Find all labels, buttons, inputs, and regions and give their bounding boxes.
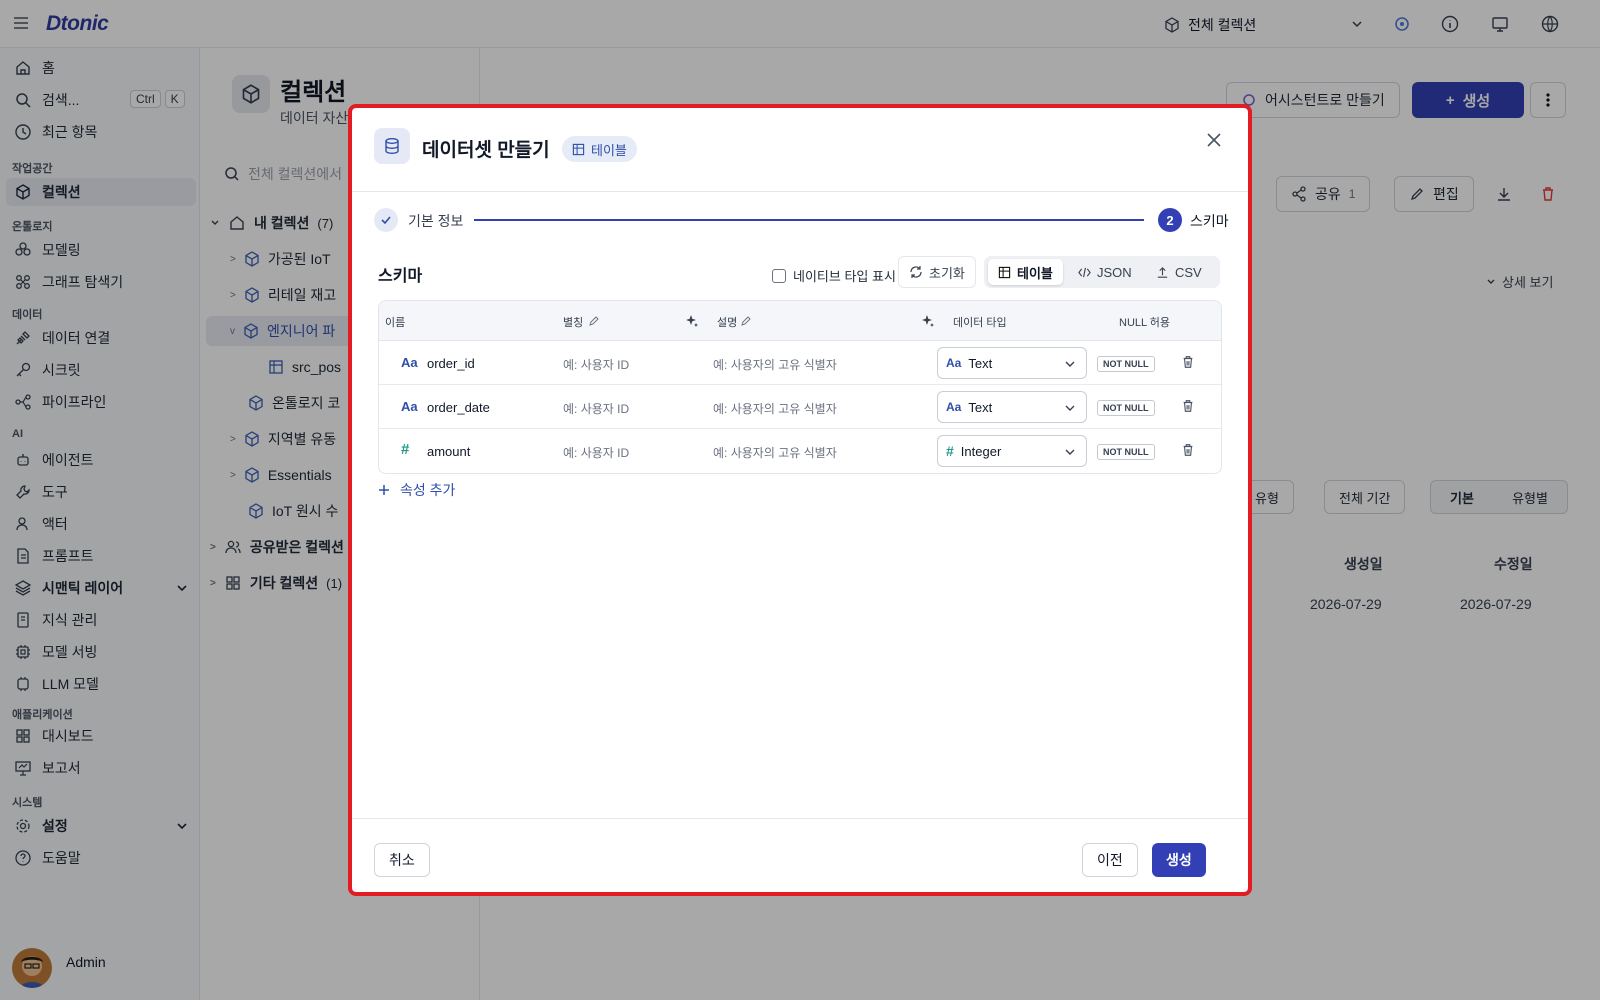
schema-title: 스키마 — [378, 268, 423, 285]
description-input[interactable]: 예: 사용자의 고유 식별자 — [713, 400, 837, 417]
chevron-down-icon — [1065, 361, 1075, 367]
column-header-name: 이름 — [385, 317, 406, 329]
modal-title: 데이터셋 만들기 — [422, 140, 550, 161]
table-icon — [998, 266, 1011, 278]
step-2-label: 스키마 — [1190, 213, 1229, 229]
data-type-value: Integer — [960, 443, 1002, 459]
data-type-value: Text — [968, 399, 993, 415]
checkbox[interactable] — [772, 268, 786, 283]
text-type-icon: Aa — [401, 399, 418, 414]
pencil-icon — [741, 316, 751, 326]
pencil-icon — [589, 316, 599, 326]
ai-sparkle-icon[interactable] — [921, 314, 935, 328]
description-input[interactable]: 예: 사용자의 고유 식별자 — [713, 444, 837, 461]
database-icon — [374, 128, 410, 164]
data-type-select[interactable]: Aa Text — [937, 391, 1087, 423]
close-button[interactable] — [1202, 128, 1226, 152]
alias-input[interactable]: 예: 사용자 ID — [563, 356, 629, 373]
field-name[interactable]: order_id — [427, 356, 475, 371]
trash-icon[interactable] — [1181, 443, 1195, 457]
tab-label: 테이블 — [1017, 265, 1053, 281]
checkbox-label: 네이티브 타입 표시 — [793, 269, 896, 284]
reset-button[interactable]: 초기화 — [898, 256, 976, 288]
table-row: Aa order_date 예: 사용자 ID 예: 사용자의 고유 식별자 A… — [379, 385, 1221, 429]
modal-footer: 취소 이전 생성 — [352, 818, 1248, 892]
plus-icon — [379, 485, 389, 495]
schema-table: 이름 별칭 설명 데이터 타입 NULL 허용 Aa order_id 예: 사… — [378, 300, 1222, 474]
step-connector — [474, 219, 1144, 221]
text-type-icon: Aa — [401, 355, 418, 370]
tab-csv[interactable]: CSV — [1146, 259, 1212, 285]
alias-input[interactable]: 예: 사용자 ID — [563, 444, 629, 461]
close-icon — [1207, 133, 1221, 147]
column-header-alias: 별칭 — [563, 317, 584, 329]
not-null-toggle[interactable]: NOT NULL — [1097, 356, 1155, 372]
field-name[interactable]: amount — [427, 444, 470, 459]
text-type-icon: Aa — [946, 356, 962, 370]
column-header-data-type: 데이터 타입 — [953, 317, 1007, 329]
schema-view-tabs: 테이블 JSON CSV — [984, 256, 1220, 288]
data-type-value: Text — [968, 355, 993, 371]
description-input[interactable]: 예: 사용자의 고유 식별자 — [713, 356, 837, 373]
trash-icon[interactable] — [1181, 399, 1195, 413]
button-label: 속성 추가 — [400, 482, 456, 498]
modal-header: 데이터셋 만들기 테이블 — [352, 108, 1248, 192]
table-row: # amount 예: 사용자 ID 예: 사용자의 고유 식별자 # Inte… — [379, 429, 1221, 473]
number-type-icon: # — [401, 441, 410, 458]
field-name[interactable]: order_date — [427, 400, 490, 415]
create-dataset-button[interactable]: 생성 — [1152, 843, 1206, 877]
step-2-number: 2 — [1158, 208, 1182, 232]
trash-icon[interactable] — [1181, 355, 1195, 369]
tab-json[interactable]: JSON — [1068, 259, 1142, 285]
chevron-down-icon — [1065, 405, 1075, 411]
column-header-description: 설명 — [717, 317, 738, 329]
tab-label: CSV — [1175, 264, 1202, 280]
dataset-type-badge: 테이블 — [562, 136, 637, 162]
cancel-button[interactable]: 취소 — [374, 843, 430, 877]
table-icon — [572, 143, 585, 155]
upload-icon — [1157, 266, 1168, 278]
previous-button[interactable]: 이전 — [1082, 843, 1138, 877]
create-dataset-modal: 데이터셋 만들기 테이블 기본 정보 2 스키마 스키마 네이티브 타입 표시 … — [348, 104, 1252, 896]
step-1-label[interactable]: 기본 정보 — [408, 211, 463, 231]
table-row: Aa order_id 예: 사용자 ID 예: 사용자의 고유 식별자 Aa … — [379, 341, 1221, 385]
code-icon — [1078, 267, 1091, 277]
tab-table[interactable]: 테이블 — [988, 259, 1063, 285]
chevron-down-icon — [1065, 449, 1075, 455]
data-type-select[interactable]: Aa Text — [937, 347, 1087, 379]
text-type-icon: Aa — [946, 400, 962, 414]
native-type-toggle[interactable]: 네이티브 타입 표시 — [772, 266, 896, 285]
column-header-nullable: NULL 허용 — [1119, 317, 1171, 329]
number-type-icon: # — [946, 443, 954, 459]
badge-label: 테이블 — [591, 142, 627, 158]
tab-label: JSON — [1097, 264, 1132, 280]
add-attribute-button[interactable]: 속성 추가 — [378, 480, 455, 500]
button-label: 초기화 — [929, 265, 965, 281]
table-header: 이름 별칭 설명 데이터 타입 NULL 허용 — [379, 301, 1221, 341]
not-null-toggle[interactable]: NOT NULL — [1097, 444, 1155, 460]
step-complete-check-icon — [374, 208, 398, 232]
not-null-toggle[interactable]: NOT NULL — [1097, 400, 1155, 416]
alias-input[interactable]: 예: 사용자 ID — [563, 400, 629, 417]
data-type-select[interactable]: # Integer — [937, 435, 1087, 467]
refresh-icon — [910, 266, 922, 278]
ai-sparkle-icon[interactable] — [685, 314, 699, 328]
